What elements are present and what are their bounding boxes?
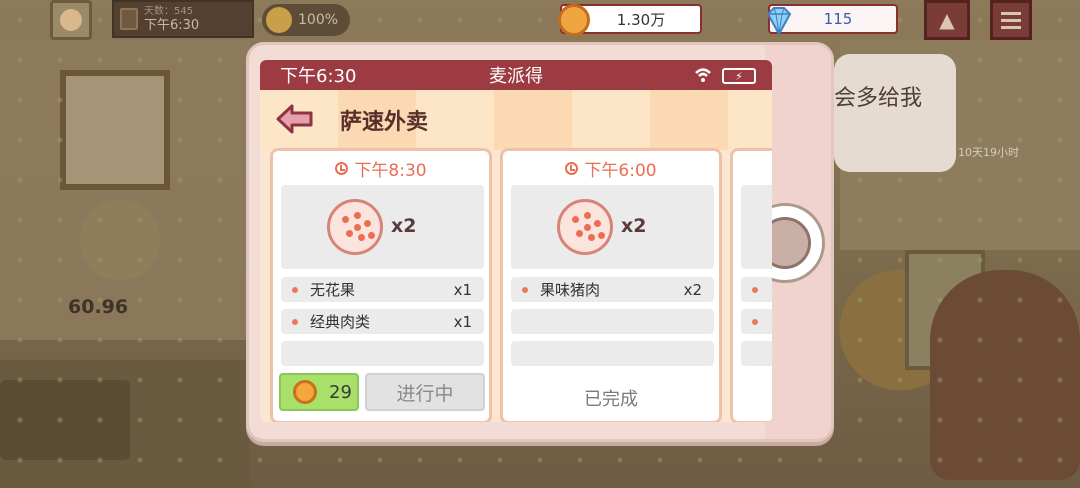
wifi-icon	[695, 68, 711, 82]
avatar-face-icon	[60, 9, 82, 31]
menu-bar-icon	[1001, 18, 1021, 22]
gem-value: 115	[823, 10, 853, 28]
day-clock-panel: 天数：545 下午6:30	[112, 0, 254, 38]
order-item: 无花果 x1	[281, 277, 484, 302]
gem-counter[interactable]: 115	[766, 4, 898, 37]
pizza-icon	[327, 199, 383, 255]
speech-text: 会多给我	[834, 86, 923, 111]
order-card[interactable]: 下午6:00 x2 果味猪肉 x2 已完成	[500, 148, 722, 422]
item-count: x2	[683, 280, 702, 299]
calendar-icon	[120, 8, 138, 30]
item-count: x1	[453, 280, 472, 299]
empty-item-slot	[281, 341, 484, 366]
coin-icon	[293, 380, 317, 404]
food-preview	[741, 185, 772, 269]
back-arrow-button[interactable]	[276, 104, 314, 134]
order-time: 下午8:30	[273, 151, 489, 185]
phone-status-bar: 下午6:30 麦派得 ⚡	[260, 60, 772, 90]
reward-badge: 29	[279, 373, 359, 411]
order-item: 果味猪肉 x2	[511, 277, 714, 302]
completed-status: 已完成	[584, 389, 638, 410]
player-avatar[interactable]	[50, 0, 92, 40]
order-list[interactable]: 下午8:30 x2 无花果 x1 经典肉类 x1 29 进行中 下午6:00 x…	[270, 148, 772, 422]
chevron-up-icon: ▲	[939, 8, 955, 32]
order-item	[741, 309, 772, 334]
item-name: 无花果	[310, 281, 356, 299]
item-name: 经典肉类	[310, 313, 371, 331]
bullet-icon	[752, 318, 758, 325]
mood-value: 100%	[298, 12, 339, 28]
order-time-text: 下午6:00	[584, 160, 657, 181]
food-quantity: x2	[621, 215, 647, 237]
clock-icon	[565, 161, 579, 175]
order-time-text: 下午8:30	[354, 160, 427, 181]
coin-counter[interactable]: 1.30万	[558, 4, 702, 36]
battery-charging-icon: ⚡	[722, 68, 756, 84]
order-card[interactable]: 下午8:30 x2 无花果 x1 经典肉类 x1 29 进行中	[270, 148, 492, 422]
item-name: 果味猪肉	[540, 281, 601, 299]
order-item: 经典肉类 x1	[281, 309, 484, 334]
bullet-icon	[522, 286, 528, 293]
empty-item-slot	[741, 341, 772, 366]
smiley-icon	[266, 7, 292, 33]
menu-bar-icon	[1001, 11, 1021, 15]
speech-bubble: 会多给我	[834, 54, 956, 172]
food-preview: x2	[511, 185, 714, 269]
order-time: 下午6:00	[503, 151, 719, 185]
coin-value: 1.30万	[616, 10, 666, 29]
main-menu-button[interactable]	[990, 0, 1032, 40]
empty-item-slot	[511, 309, 714, 334]
phone-device: 下午6:30 麦派得 ⚡ 萨速外卖 下午8:30 x2 无花果 x1 经典肉类 …	[246, 42, 834, 442]
page-title: 萨速外卖	[340, 110, 429, 135]
bouquet-timer: 10天19小时	[958, 146, 1019, 159]
menu-bar-icon	[1001, 25, 1021, 29]
in-progress-button[interactable]: 进行中	[365, 373, 485, 411]
pizza-icon	[557, 199, 613, 255]
scene-score: 60.96	[68, 296, 129, 318]
hud-clock: 下午6:30	[144, 18, 200, 33]
coin-icon	[558, 4, 590, 36]
reward-value: 29	[329, 381, 352, 403]
bullet-icon	[752, 286, 758, 293]
bullet-icon	[292, 286, 298, 293]
order-item	[741, 277, 772, 302]
phone-screen: 下午6:30 麦派得 ⚡ 萨速外卖 下午8:30 x2 无花果 x1 经典肉类 …	[260, 60, 772, 422]
header-pattern	[260, 90, 772, 150]
food-quantity: x2	[391, 215, 417, 237]
mood-meter[interactable]: 100%	[262, 4, 350, 36]
bullet-icon	[292, 318, 298, 325]
empty-item-slot	[511, 341, 714, 366]
food-preview: x2	[281, 185, 484, 269]
clock-icon	[335, 161, 349, 175]
days-count: 天数：545	[144, 6, 194, 17]
item-count: x1	[453, 312, 472, 331]
collapse-up-button[interactable]: ▲	[924, 0, 970, 40]
diamond-icon	[766, 7, 792, 37]
order-card-partial[interactable]	[730, 148, 772, 422]
